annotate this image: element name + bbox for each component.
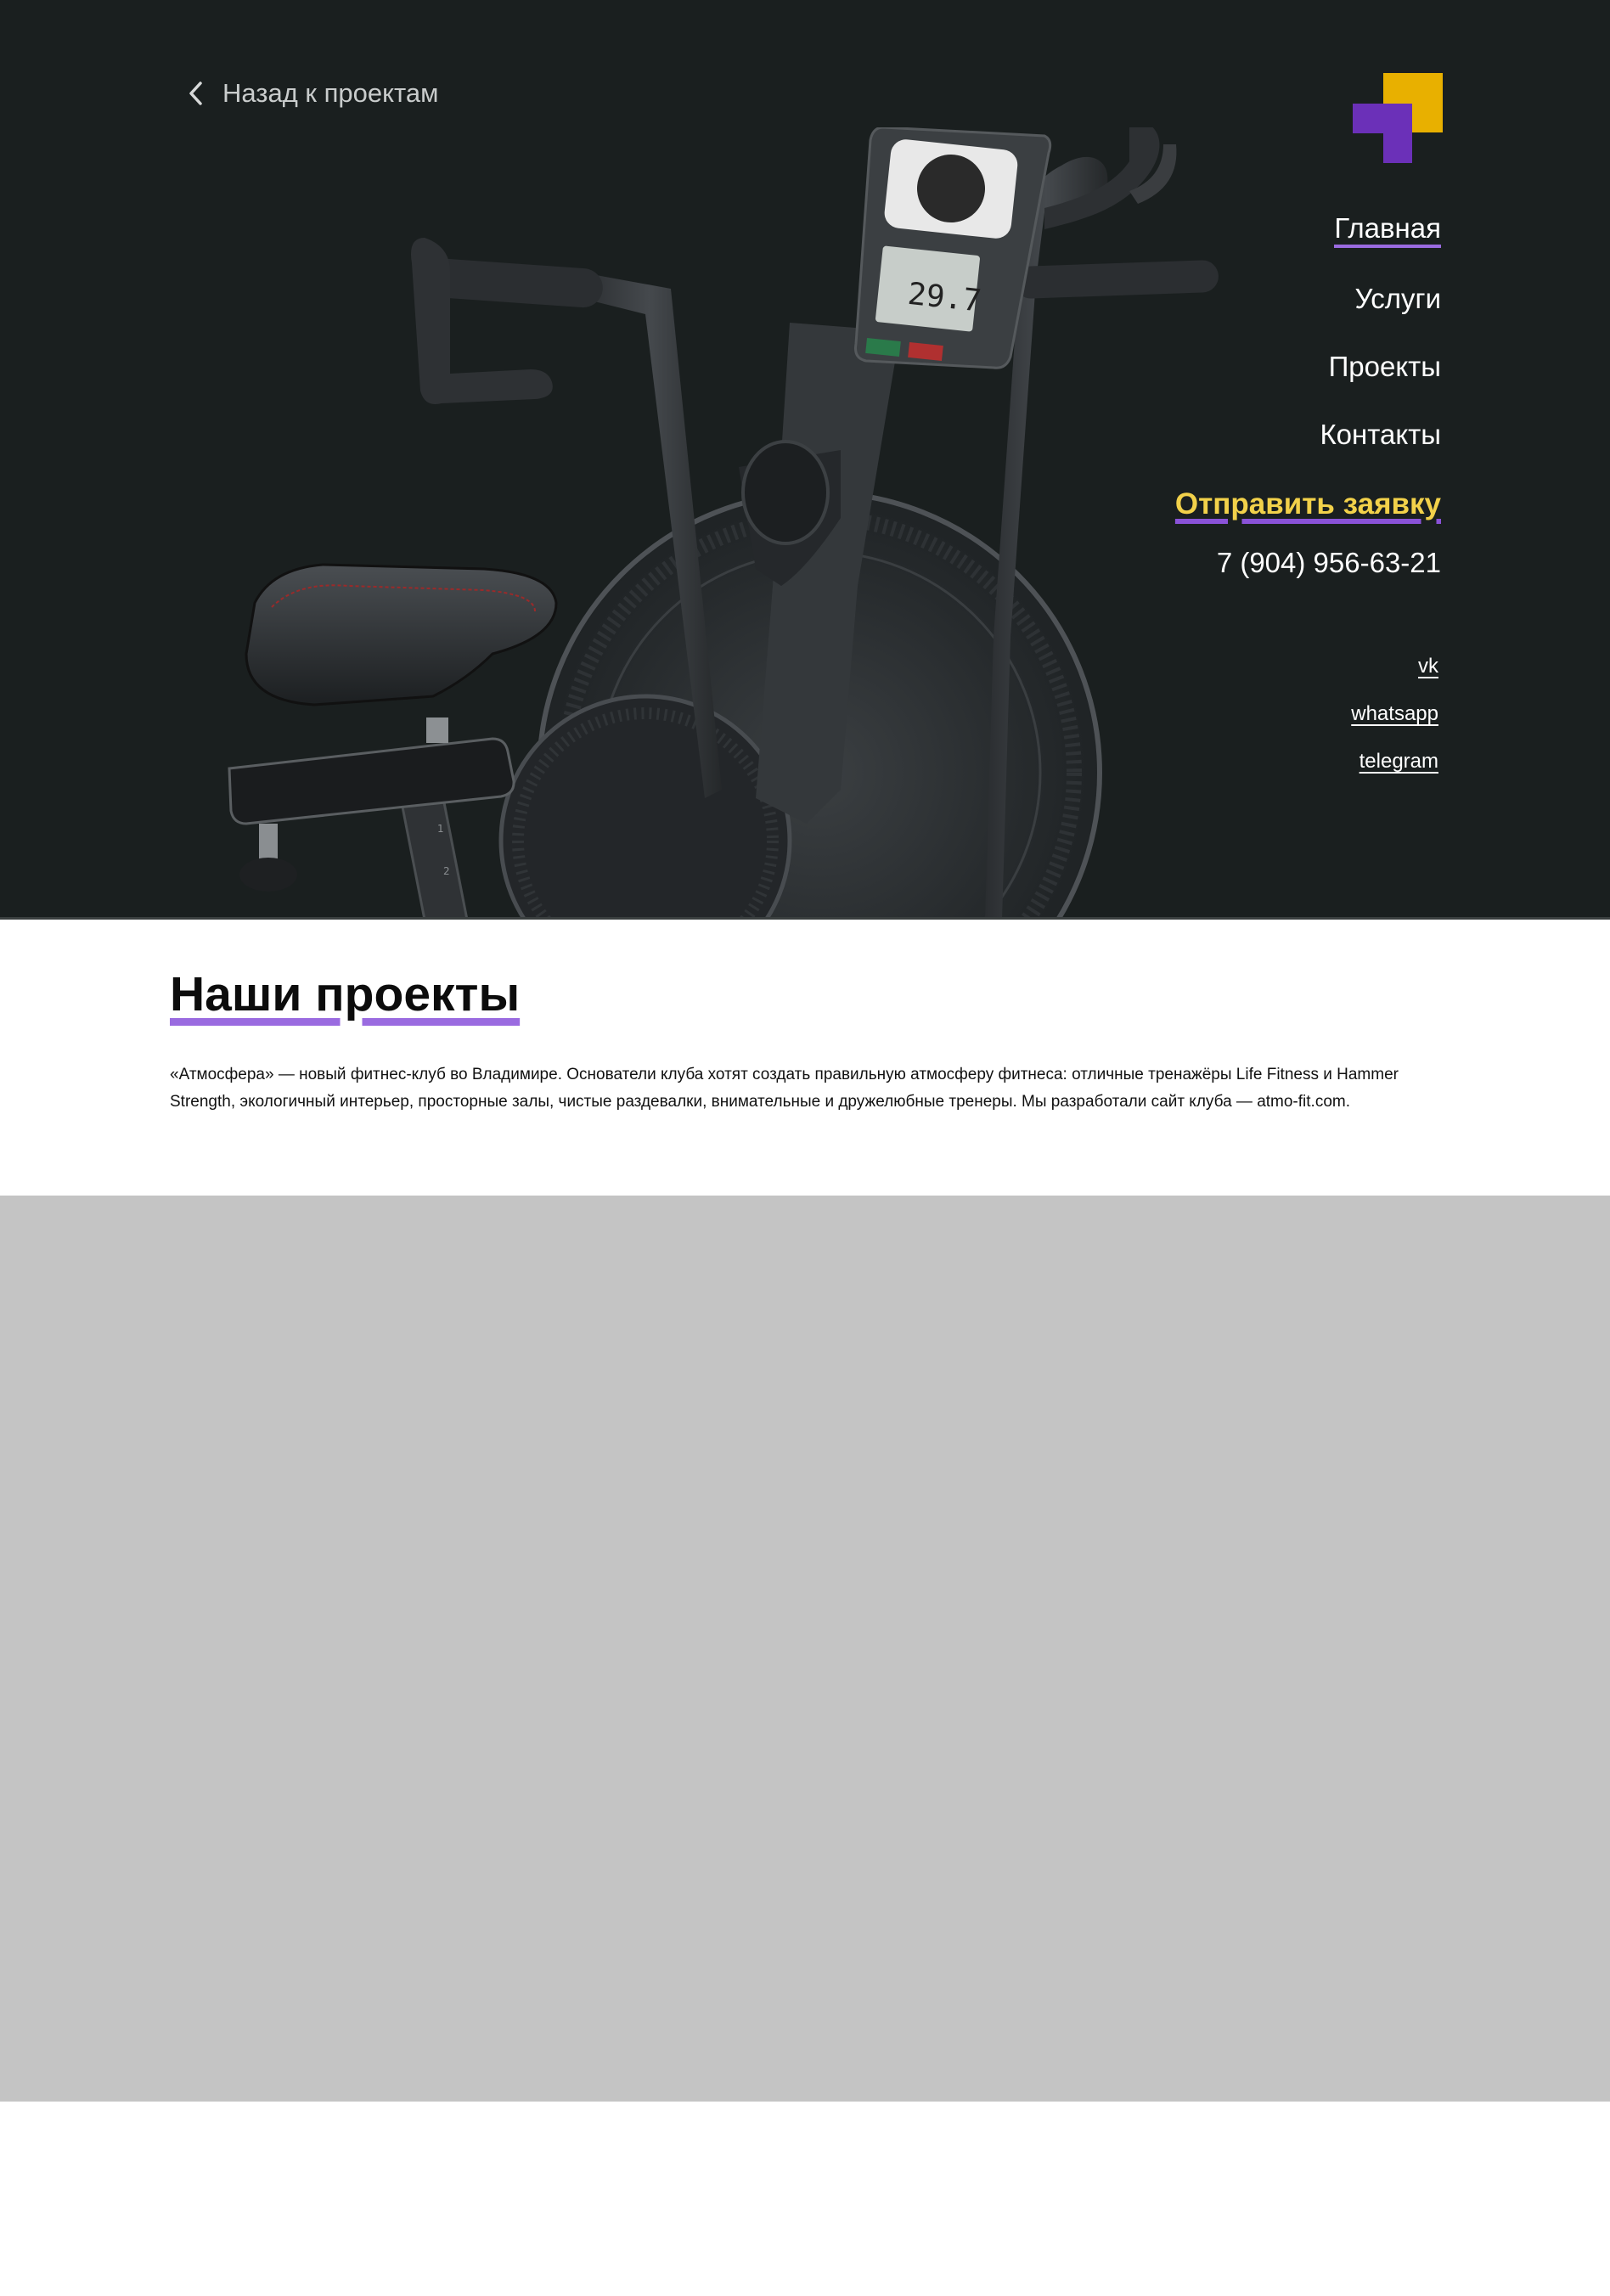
svg-text:1: 1 bbox=[437, 823, 444, 835]
phone-link[interactable]: 7 (904) 956-63-21 bbox=[1217, 547, 1441, 579]
main-nav: Главная Услуги Проекты Контакты Отправит… bbox=[1175, 214, 1441, 579]
social-links: vk whatsapp telegram bbox=[1351, 654, 1438, 796]
send-request-button[interactable]: Отправить заявку bbox=[1175, 487, 1441, 521]
social-link-whatsapp[interactable]: whatsapp bbox=[1351, 701, 1438, 727]
nav-item-services[interactable]: Услуги bbox=[1355, 282, 1441, 316]
back-link-label: Назад к проектам bbox=[222, 78, 439, 108]
hero-bottom-border bbox=[0, 917, 1610, 920]
hero-image-air-bike: 29.7 1 2 bbox=[228, 127, 1219, 920]
page-title: Наши проекты bbox=[170, 967, 521, 1021]
image-placeholder bbox=[0, 1196, 1610, 2102]
project-description: «Атмосфера» — новый фитнес-клуб во Влади… bbox=[170, 1066, 1399, 1111]
chevron-left-icon bbox=[189, 82, 202, 105]
project-section: Наши проекты «Атмосфера» — новый фитнес-… bbox=[170, 965, 1444, 1116]
social-link-telegram[interactable]: telegram bbox=[1359, 749, 1438, 774]
company-logo[interactable] bbox=[1353, 73, 1443, 163]
hero-section: 29.7 1 2 Назад к проектам Главная Услуги… bbox=[0, 0, 1610, 920]
nav-item-projects[interactable]: Проекты bbox=[1329, 350, 1441, 384]
nav-item-home[interactable]: Главная bbox=[1334, 214, 1441, 248]
social-link-vk[interactable]: vk bbox=[1418, 654, 1438, 679]
back-to-projects-link[interactable]: Назад к проектам bbox=[185, 78, 438, 109]
nav-item-contacts[interactable]: Контакты bbox=[1320, 418, 1441, 452]
svg-text:2: 2 bbox=[443, 865, 450, 877]
